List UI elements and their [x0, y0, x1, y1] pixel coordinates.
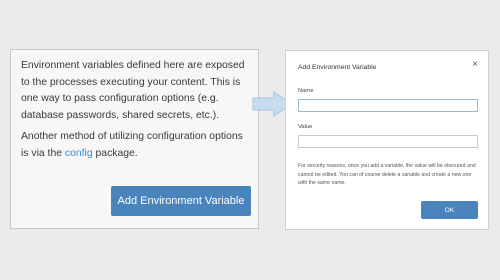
- info-text: Environment variables defined here are e…: [21, 58, 253, 167]
- value-label: Value: [298, 124, 313, 130]
- ok-button[interactable]: OK: [421, 201, 478, 219]
- security-notice: For security reasons, once you add a var…: [298, 163, 476, 186]
- dialog-title: Add Environment Variable: [298, 64, 377, 71]
- info-paragraph-2-suffix: package.: [92, 147, 138, 159]
- name-input[interactable]: [298, 99, 478, 112]
- config-link[interactable]: config: [65, 148, 93, 159]
- info-panel: Environment variables defined here are e…: [10, 49, 259, 229]
- add-environment-variable-button[interactable]: Add Environment Variable: [111, 186, 251, 216]
- info-paragraph-1: Environment variables defined here are e…: [21, 60, 245, 121]
- name-label: Name: [298, 88, 314, 94]
- info-paragraph-2: Another method of utilizing configuratio…: [21, 129, 253, 162]
- value-input[interactable]: [298, 135, 478, 148]
- close-icon[interactable]: ×: [472, 60, 478, 70]
- add-variable-dialog: Add Environment Variable × Name Value Fo…: [285, 50, 489, 230]
